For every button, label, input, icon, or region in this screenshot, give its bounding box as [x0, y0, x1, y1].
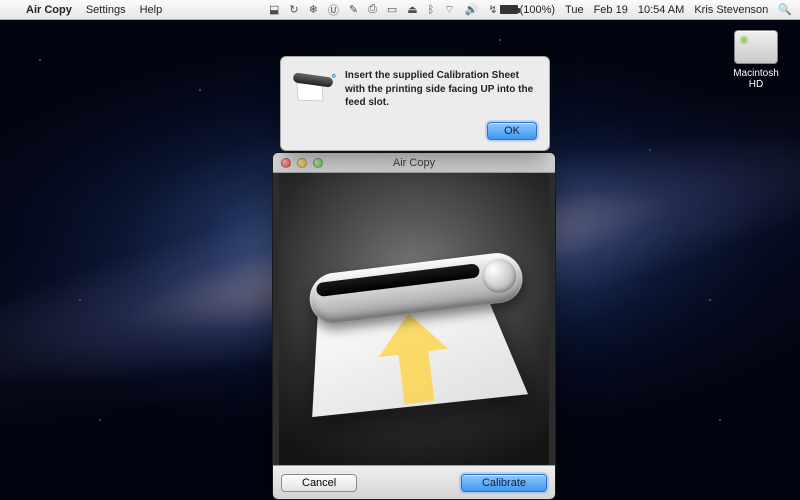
menu-help[interactable]: Help: [140, 4, 163, 16]
harddrive-icon: [734, 30, 778, 64]
menubar-day[interactable]: Tue: [565, 4, 584, 16]
alert-message: Insert the supplied Calibration Sheet wi…: [345, 69, 537, 110]
menuextra-bluetooth-icon[interactable]: ᛒ: [428, 4, 435, 16]
window-close-button[interactable]: [281, 158, 291, 168]
battery-charging-icon: ↯: [488, 3, 497, 16]
menubar: Air Copy Settings Help ⬓ ↻ ❄︎ Ⓤ ✎ ⎙ ▭ ⏏ …: [0, 0, 800, 20]
menuextra-volume-icon[interactable]: 🔊: [465, 3, 479, 16]
window-minimize-button[interactable]: [297, 158, 307, 168]
spotlight-icon[interactable]: 🔍: [778, 3, 792, 16]
menuextra-battery[interactable]: ↯ (100%): [488, 3, 555, 16]
aircopy-footer: Cancel Calibrate: [273, 465, 555, 499]
calibration-alert: Insert the supplied Calibration Sheet wi…: [280, 56, 550, 151]
menuextra-display-icon[interactable]: ▭: [387, 3, 397, 16]
cancel-button[interactable]: Cancel: [281, 474, 357, 492]
alert-scanner-icon: [293, 69, 335, 103]
battery-percentage: (100%): [520, 4, 555, 16]
menuextra-evernote-icon[interactable]: ✎: [349, 3, 358, 16]
menubar-user[interactable]: Kris Stevenson: [694, 4, 768, 16]
menuextra-sync-icon[interactable]: ↻: [289, 3, 298, 16]
battery-icon: [500, 5, 518, 14]
calibrate-button[interactable]: Calibrate: [461, 474, 547, 492]
menuextra-printer-icon[interactable]: ⎙: [368, 3, 377, 16]
menuextra-cloud-icon[interactable]: ❄︎: [309, 3, 318, 16]
menuextra-u-icon[interactable]: Ⓤ: [328, 2, 339, 18]
aircopy-window: Air Copy Cancel Calibrate: [272, 152, 556, 500]
desktop-icon-macintosh-hd[interactable]: Macintosh HD: [726, 30, 786, 90]
ok-button[interactable]: OK: [487, 122, 537, 140]
window-zoom-button[interactable]: [313, 158, 323, 168]
menubar-date[interactable]: Feb 19: [594, 4, 628, 16]
window-titlebar[interactable]: Air Copy: [273, 153, 555, 173]
menuextra-wifi-icon[interactable]: ⌔: [444, 3, 454, 17]
menuextra-dropbox-icon[interactable]: ⬓: [269, 3, 279, 16]
menuextra-eject-icon[interactable]: ⏏: [407, 3, 417, 16]
aircopy-preview-area: [279, 173, 549, 465]
menubar-time[interactable]: 10:54 AM: [638, 4, 684, 16]
menu-settings[interactable]: Settings: [86, 4, 126, 16]
feed-arrow-icon: [374, 309, 454, 407]
desktop-icon-label: Macintosh HD: [726, 68, 786, 90]
app-menu[interactable]: Air Copy: [26, 4, 72, 16]
